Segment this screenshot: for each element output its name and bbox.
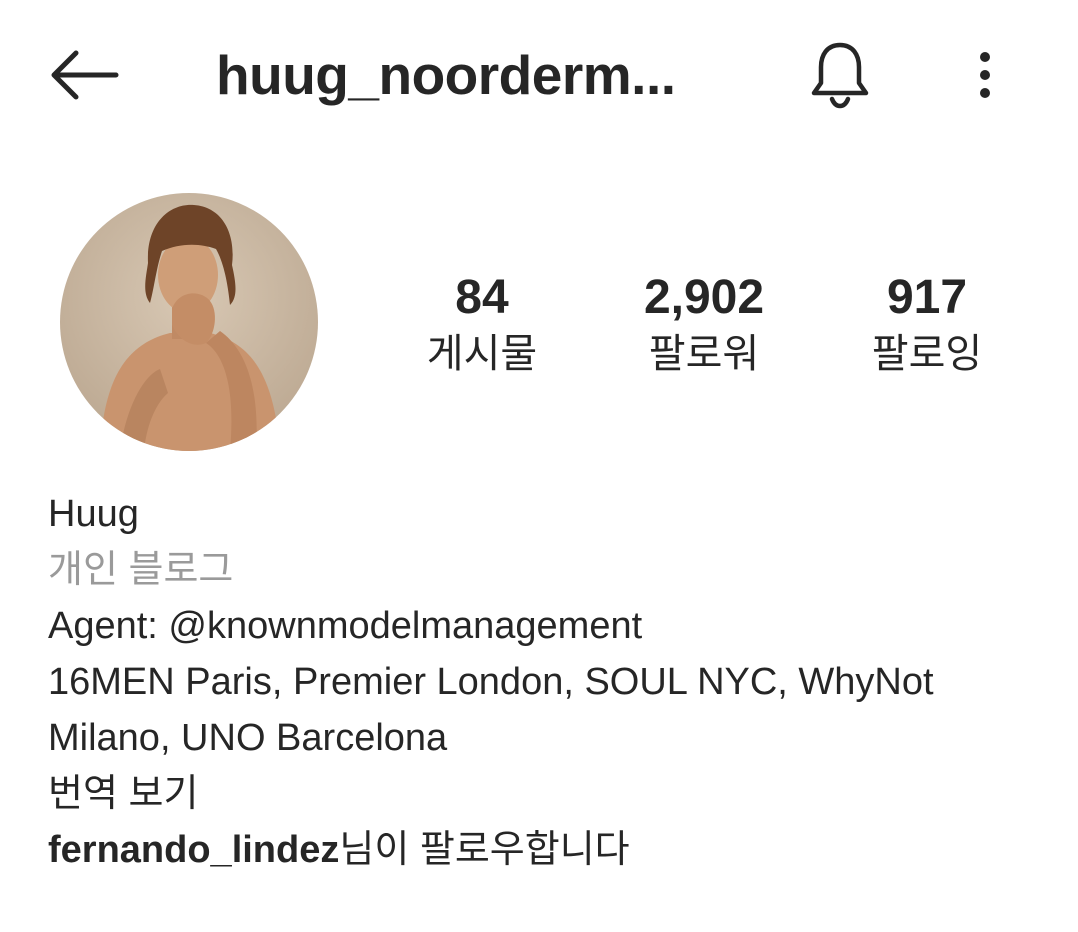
profile-page: huug_noorderm... 84 게시물 2,902 팔로워 917 팔로…: [0, 0, 1078, 932]
profile-avatar[interactable]: [60, 193, 318, 451]
bell-icon: [811, 42, 869, 109]
following-label: 팔로잉: [871, 332, 983, 376]
more-vertical-icon: [980, 52, 990, 98]
posts-count: 84: [455, 271, 509, 324]
following-stat[interactable]: 917 팔로잉: [827, 268, 1027, 380]
followers-stat[interactable]: 2,902 팔로워: [604, 268, 804, 380]
agent-mention-link[interactable]: @knownmodelmanagement: [168, 605, 642, 647]
arrow-left-icon: [51, 50, 119, 100]
followed-by-suffix: 님이 팔로우합니다: [339, 829, 630, 871]
translate-link[interactable]: 번역 보기: [48, 766, 1038, 822]
agent-line: Agent: @knownmodelmanagement: [48, 598, 1038, 654]
header-bar: huug_noorderm...: [0, 0, 1078, 150]
bio-line-1: 16MEN Paris, Premier London, SOUL NYC, W…: [48, 661, 934, 703]
followed-by-line[interactable]: fernando_lindez님이 팔로우합니다: [48, 822, 1038, 878]
agent-prefix: Agent:: [48, 605, 169, 647]
notification-button[interactable]: [800, 34, 880, 114]
followers-label: 팔로워: [648, 332, 760, 376]
followed-by-username: fernando_lindez: [48, 829, 340, 871]
bio-line-2: Milano, UNO Barcelona: [48, 717, 448, 759]
followers-count: 2,902: [643, 271, 765, 324]
back-button[interactable]: [44, 40, 124, 110]
following-count: 917: [886, 271, 968, 324]
profile-bio: Huug 개인 블로그 Agent: @knownmodelmanagement…: [48, 486, 1038, 878]
profile-category: 개인 블로그: [48, 549, 234, 591]
more-options-button[interactable]: [950, 40, 1020, 110]
posts-stat[interactable]: 84 게시물: [382, 268, 582, 380]
posts-label: 게시물: [426, 332, 538, 376]
profile-photo: [60, 193, 318, 451]
profile-name: Huug: [48, 493, 139, 535]
page-title: huug_noorderm...: [216, 44, 676, 106]
